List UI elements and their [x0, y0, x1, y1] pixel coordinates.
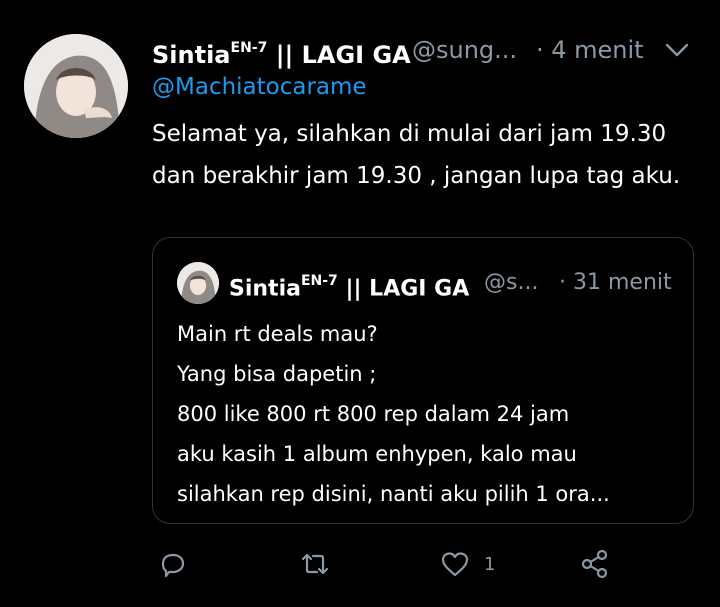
like-count: 1 [484, 553, 496, 575]
display-name[interactable]: SintiaEN-7 || LAGI GA [152, 34, 411, 71]
quoted-line: Yang bisa dapetin ; [177, 362, 377, 386]
tweet-actions: 1 [152, 542, 632, 586]
share-button[interactable] [578, 542, 612, 586]
quoted-handle: @s... [484, 270, 539, 295]
like-button[interactable]: 1 [438, 542, 495, 586]
share-icon [581, 549, 608, 579]
quoted-avatar [177, 262, 219, 304]
chevron-down-icon[interactable] [663, 40, 691, 60]
reply-button[interactable] [156, 542, 190, 586]
tweet-header: SintiaEN-7 || LAGI GA @sung... · 4 menit [152, 34, 700, 69]
reply-mention[interactable]: @Machiatocarame [152, 74, 367, 100]
quoted-avatar-image [177, 262, 219, 304]
avatar[interactable] [24, 34, 128, 138]
retweet-button[interactable] [298, 542, 332, 586]
user-handle[interactable]: @sung... [412, 34, 517, 66]
quoted-tweet[interactable]: SintiaEN-7 || LAGI GA @s... · 31 menit M… [152, 237, 694, 524]
quoted-text: Main rt deals mau? Yang bisa dapetin ; 8… [177, 314, 677, 514]
quoted-line: Main rt deals mau? [177, 322, 378, 346]
timestamp[interactable]: · 4 menit [536, 34, 644, 66]
heart-icon [441, 552, 469, 577]
quoted-timestamp: · 31 menit [559, 270, 672, 295]
quoted-display-name: SintiaEN-7 || LAGI GA [229, 273, 470, 302]
quoted-line: 800 like 800 rt 800 rep dalam 24 jam [177, 402, 570, 426]
tweet-text: Selamat ya, silahkan di mulai dari jam 1… [152, 121, 681, 189]
retweet-icon [301, 553, 329, 575]
avatar-image [24, 34, 128, 138]
quoted-header: SintiaEN-7 || LAGI GA @s... · 31 menit [229, 266, 679, 301]
quoted-line: silahkan rep disini, nanti aku pilih 1 o… [177, 482, 610, 506]
quoted-line: aku kasih 1 album enhypen, kalo mau [177, 442, 577, 466]
reply-icon [161, 553, 185, 578]
